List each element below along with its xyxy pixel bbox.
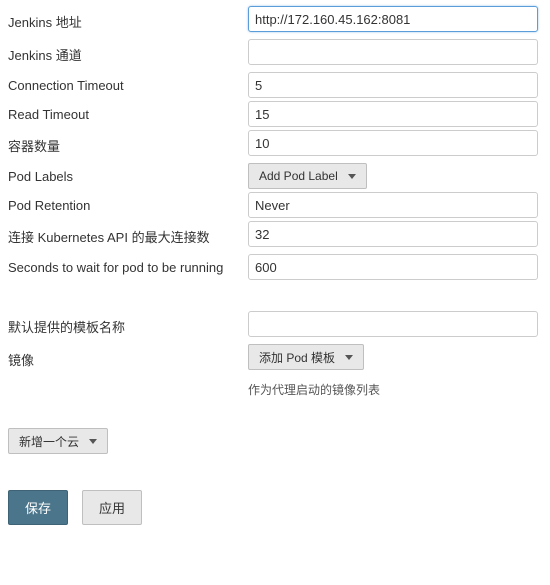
add-pod-label-text: Add Pod Label (259, 169, 338, 183)
add-cloud-text: 新增一个云 (19, 433, 79, 450)
label-pod-retention: Pod Retention (8, 192, 248, 219)
row-jenkins-url: Jenkins 地址 (8, 6, 550, 37)
row-max-conn: 连接 Kubernetes API 的最大连接数 (8, 221, 550, 252)
label-images: 镜像 (8, 344, 248, 375)
label-read-timeout: Read Timeout (8, 101, 248, 128)
label-conn-timeout: Connection Timeout (8, 72, 248, 99)
input-jenkins-url[interactable] (248, 6, 538, 32)
row-pod-retention: Pod Retention (8, 192, 550, 219)
add-pod-label-button[interactable]: Add Pod Label (248, 163, 367, 189)
save-button[interactable]: 保存 (8, 490, 68, 525)
input-jenkins-tunnel[interactable] (248, 39, 538, 65)
label-container-cap: 容器数量 (8, 130, 248, 161)
row-pod-labels: Pod Labels Add Pod Label (8, 163, 550, 190)
row-wait-pod: Seconds to wait for pod to be running (8, 254, 550, 281)
select-pod-retention[interactable] (248, 192, 538, 218)
label-pod-labels: Pod Labels (8, 163, 248, 190)
row-images: 镜像 添加 Pod 模板 (8, 344, 550, 375)
input-default-template[interactable] (248, 311, 538, 337)
label-jenkins-tunnel: Jenkins 通道 (8, 39, 248, 70)
row-read-timeout: Read Timeout (8, 101, 550, 128)
input-wait-pod[interactable] (248, 254, 538, 280)
row-container-cap: 容器数量 (8, 130, 550, 161)
images-help-text: 作为代理启动的镜像列表 (248, 381, 550, 398)
row-jenkins-tunnel: Jenkins 通道 (8, 39, 550, 70)
label-max-conn: 连接 Kubernetes API 的最大连接数 (8, 221, 248, 252)
footer-buttons: 保存 应用 (8, 490, 550, 525)
apply-button[interactable]: 应用 (82, 490, 142, 525)
add-cloud-button[interactable]: 新增一个云 (8, 428, 108, 454)
input-container-cap[interactable] (248, 130, 538, 156)
input-read-timeout[interactable] (248, 101, 538, 127)
label-wait-pod: Seconds to wait for pod to be running (8, 254, 248, 281)
row-conn-timeout: Connection Timeout (8, 72, 550, 99)
chevron-down-icon (348, 174, 356, 179)
add-pod-template-button[interactable]: 添加 Pod 模板 (248, 344, 364, 370)
input-conn-timeout[interactable] (248, 72, 538, 98)
add-pod-template-text: 添加 Pod 模板 (259, 349, 335, 366)
label-default-template: 默认提供的模板名称 (8, 311, 248, 342)
chevron-down-icon (89, 439, 97, 444)
chevron-down-icon (345, 355, 353, 360)
label-jenkins-url: Jenkins 地址 (8, 6, 248, 37)
input-max-conn[interactable] (248, 221, 538, 247)
row-default-template: 默认提供的模板名称 (8, 311, 550, 342)
